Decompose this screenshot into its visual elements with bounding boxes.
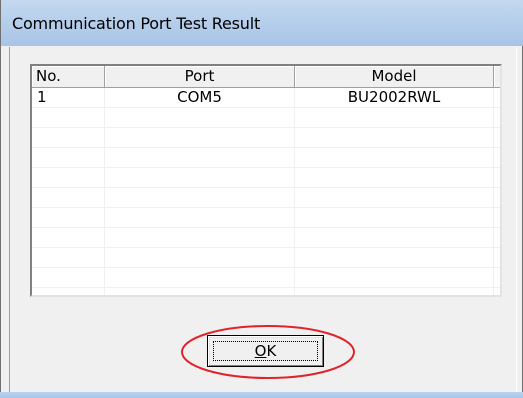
- cell-model: [295, 128, 494, 147]
- table-row-empty: [32, 188, 500, 208]
- cell-no: [32, 288, 105, 295]
- cell-port: [105, 188, 295, 207]
- cell-no: [32, 148, 105, 167]
- table-row-empty: [32, 168, 500, 188]
- window-title: Communication Port Test Result: [12, 14, 261, 33]
- column-header-port[interactable]: Port: [105, 66, 295, 88]
- cell-port: [105, 128, 295, 147]
- cell-no: [32, 228, 105, 247]
- ok-accelerator-key: O: [254, 342, 267, 360]
- cell-model: BU2002RWL: [295, 88, 494, 107]
- cell-model: [295, 108, 494, 127]
- ok-button-label: OK: [208, 336, 323, 366]
- column-header-model[interactable]: Model: [295, 66, 494, 88]
- table-row-empty: [32, 208, 500, 228]
- cell-port: [105, 108, 295, 127]
- cell-no: 1: [32, 88, 105, 107]
- cell-model: [295, 208, 494, 227]
- cell-port: [105, 208, 295, 227]
- cell-no: [32, 128, 105, 147]
- cell-model: [295, 228, 494, 247]
- cell-model: [295, 248, 494, 267]
- cell-port: [105, 228, 295, 247]
- table-row-empty: [32, 268, 500, 288]
- column-header-filler: [494, 66, 500, 88]
- cell-model: [295, 168, 494, 187]
- table-row-empty: [32, 228, 500, 248]
- cell-port: [105, 268, 295, 287]
- cell-model: [295, 188, 494, 207]
- dialog-window: Communication Port Test Result No. Port …: [0, 0, 523, 398]
- cell-model: [295, 148, 494, 167]
- table-row-empty: [32, 288, 500, 295]
- cell-model: [295, 288, 494, 295]
- cell-no: [32, 108, 105, 127]
- result-table[interactable]: No. Port Model 1 COM5 BU2002RWL: [30, 64, 502, 297]
- cell-no: [32, 268, 105, 287]
- table-row[interactable]: 1 COM5 BU2002RWL: [32, 88, 500, 108]
- cell-port: [105, 288, 295, 295]
- column-header-no[interactable]: No.: [32, 66, 105, 88]
- cell-port: [105, 148, 295, 167]
- cell-no: [32, 188, 105, 207]
- cell-no: [32, 208, 105, 227]
- cell-no: [32, 248, 105, 267]
- table-header: No. Port Model: [32, 66, 500, 88]
- window-bottom-edge: [0, 392, 523, 398]
- title-bar[interactable]: Communication Port Test Result: [1, 0, 523, 46]
- table-row-empty: [32, 128, 500, 148]
- table-body: 1 COM5 BU2002RWL: [32, 88, 500, 295]
- cell-model: [295, 268, 494, 287]
- cell-port: [105, 248, 295, 267]
- table-row-empty: [32, 248, 500, 268]
- cell-port: [105, 168, 295, 187]
- table-row-empty: [32, 108, 500, 128]
- cell-port: COM5: [105, 88, 295, 107]
- ok-label-rest: K: [266, 342, 277, 360]
- cell-no: [32, 168, 105, 187]
- table-row-empty: [32, 148, 500, 168]
- ok-button[interactable]: OK: [207, 335, 324, 367]
